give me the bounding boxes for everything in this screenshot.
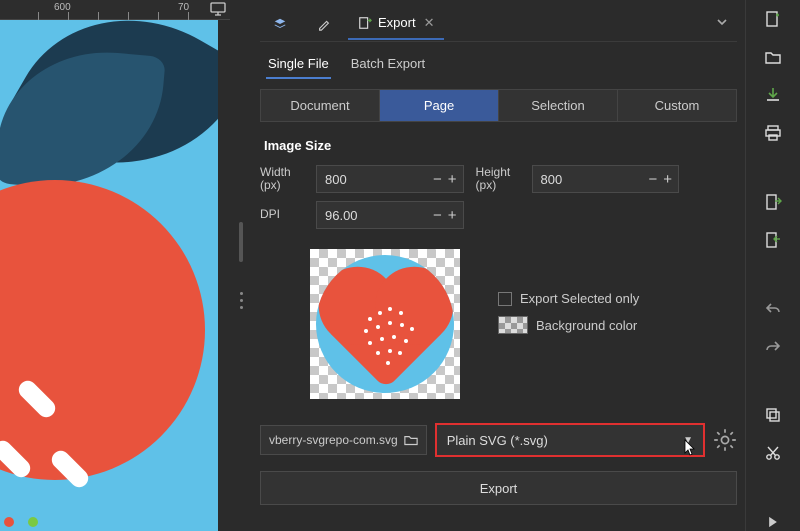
export-button-label: Export: [480, 481, 518, 496]
dpi-label: DPI: [260, 208, 308, 221]
panel-splitter[interactable]: [230, 0, 252, 531]
dpi-decrement[interactable]: −: [433, 208, 442, 223]
redo-icon[interactable]: [762, 338, 784, 356]
new-document-icon[interactable]: [762, 10, 784, 28]
export-preview: [310, 249, 460, 399]
canvas-scrollbar[interactable]: [218, 20, 230, 531]
export-tab-icon: [358, 16, 372, 30]
height-label: Height (px): [476, 166, 524, 192]
panel-tab-layers[interactable]: [260, 8, 300, 40]
display-toggle-icon[interactable]: [210, 2, 226, 16]
panel-tabs: Export ✕: [260, 6, 737, 42]
export-mode-tabs: Single File Batch Export: [260, 46, 737, 79]
export-selected-checkbox[interactable]: [498, 292, 512, 306]
width-increment[interactable]: +: [448, 172, 457, 187]
height-input[interactable]: −+: [532, 165, 680, 193]
import-icon[interactable]: [762, 86, 784, 104]
width-input[interactable]: −+: [316, 165, 464, 193]
filename-text: vberry-svgrepo-com.svg: [269, 433, 398, 447]
copy-icon[interactable]: [762, 406, 784, 424]
canvas-area[interactable]: 600 70: [0, 0, 230, 531]
width-field[interactable]: [317, 172, 427, 187]
expand-arrow-icon[interactable]: [762, 513, 784, 531]
cut-icon[interactable]: [762, 444, 784, 462]
source-tab-selection[interactable]: Selection: [498, 90, 617, 121]
cursor-icon: [683, 439, 697, 457]
source-tab-document[interactable]: Document: [261, 90, 379, 121]
canvas-viewport[interactable]: [0, 20, 218, 531]
export-panel: Export ✕ Single File Batch Export Docume…: [252, 0, 745, 531]
background-color-label: Background color: [536, 318, 637, 333]
image-size-heading: Image Size: [260, 126, 737, 159]
width-decrement[interactable]: −: [433, 172, 442, 187]
dpi-increment[interactable]: +: [448, 208, 457, 223]
source-tab-page[interactable]: Page: [379, 90, 498, 121]
dpi-field[interactable]: [317, 208, 427, 223]
browse-folder-icon[interactable]: [404, 434, 418, 446]
mode-tab-batch[interactable]: Batch Export: [349, 50, 427, 79]
height-increment[interactable]: +: [663, 172, 672, 187]
undo-icon[interactable]: [762, 300, 784, 318]
format-dropdown[interactable]: Plain SVG (*.svg) ▼: [435, 423, 705, 457]
filename-box[interactable]: vberry-svgrepo-com.svg: [260, 425, 427, 455]
import-page-icon[interactable]: [762, 231, 784, 249]
export-page-icon[interactable]: [762, 193, 784, 211]
close-icon[interactable]: ✕: [424, 15, 435, 31]
print-icon[interactable]: [762, 124, 784, 142]
export-button[interactable]: Export: [260, 471, 737, 505]
height-field[interactable]: [533, 172, 643, 187]
mode-tab-single[interactable]: Single File: [266, 50, 331, 79]
right-toolbar: [745, 0, 800, 531]
panel-tab-edit[interactable]: [304, 8, 344, 40]
export-settings-button[interactable]: [713, 428, 737, 452]
color-indicator[interactable]: [4, 517, 38, 527]
open-icon[interactable]: [762, 48, 784, 66]
panel-menu-chevron[interactable]: [707, 15, 737, 32]
ruler-horizontal[interactable]: 600 70: [0, 0, 230, 20]
pen-icon: [317, 17, 331, 31]
export-selected-label: Export Selected only: [520, 291, 639, 306]
height-decrement[interactable]: −: [649, 172, 658, 187]
panel-tab-export[interactable]: Export ✕: [348, 8, 444, 40]
panel-tab-label: Export: [378, 15, 416, 30]
layers-icon: [273, 17, 287, 31]
background-color-swatch[interactable]: [498, 316, 528, 334]
dpi-input[interactable]: −+: [316, 201, 464, 229]
width-label: Width (px): [260, 166, 308, 192]
format-text: Plain SVG (*.svg): [447, 433, 548, 448]
export-source-tabs: Document Page Selection Custom: [260, 89, 737, 122]
source-tab-custom[interactable]: Custom: [617, 90, 736, 121]
